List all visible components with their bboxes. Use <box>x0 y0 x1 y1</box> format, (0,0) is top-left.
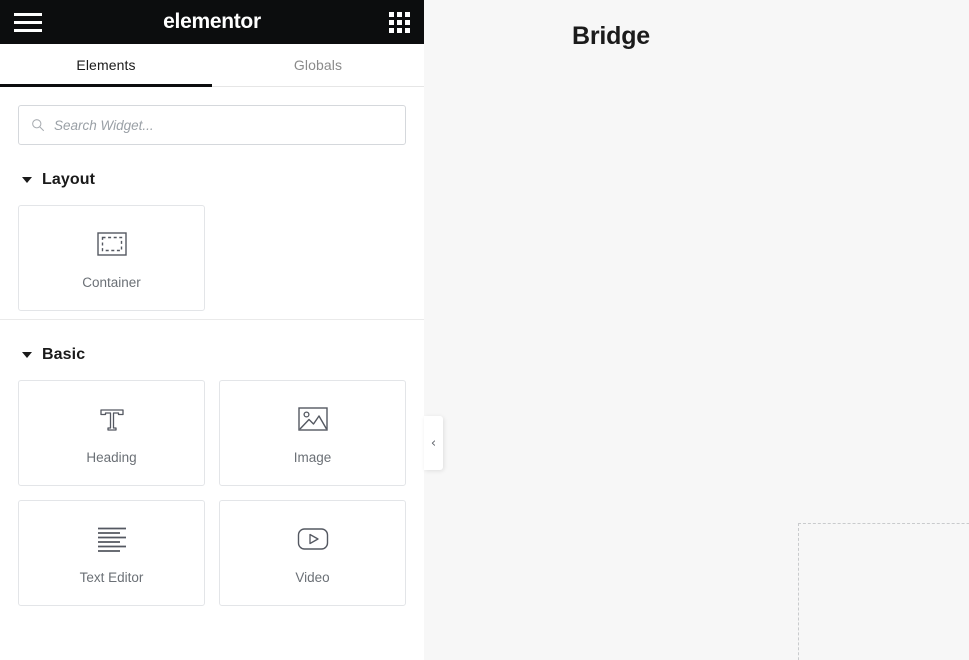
search-area <box>0 87 424 145</box>
section-basic: Basic Heading Image Text Editor Video <box>0 320 424 614</box>
panel-body: Layout Container <box>0 87 424 660</box>
text-editor-icon <box>95 522 129 556</box>
search-box[interactable] <box>18 105 406 145</box>
widgets-panel: elementor Elements Globals Search Widget… <box>0 0 424 660</box>
video-play-icon <box>296 522 330 556</box>
apps-grid-icon[interactable] <box>389 11 410 33</box>
hamburger-line <box>14 12 42 16</box>
tab-globals[interactable]: Globals <box>212 44 424 86</box>
widget-heading-label: Heading <box>86 449 137 465</box>
search-input[interactable] <box>54 117 393 133</box>
grid-dot <box>397 19 402 25</box>
widget-image[interactable]: Image <box>219 380 406 486</box>
grid-dot <box>405 27 410 33</box>
widget-video-label: Video <box>295 569 330 585</box>
section-basic-header[interactable]: Basic <box>18 320 406 380</box>
widget-heading[interactable]: Heading <box>18 380 205 486</box>
panel-collapse-handle[interactable]: ‹ <box>424 416 443 470</box>
chevron-down-icon <box>22 352 32 358</box>
grid-dot <box>397 27 402 33</box>
page-canvas[interactable]: Bridge <box>424 0 969 660</box>
heading-t-icon <box>95 402 129 436</box>
tab-globals-label: Globals <box>293 57 343 73</box>
chevron-left-icon: ‹ <box>430 435 437 451</box>
widget-container-label: Container <box>82 274 141 290</box>
grid-dot <box>397 11 402 17</box>
widget-text-editor[interactable]: Text Editor <box>18 500 205 606</box>
grid-dot <box>405 11 410 17</box>
hamburger-menu-icon[interactable] <box>14 11 42 33</box>
grid-dot <box>389 19 394 25</box>
grid-dot <box>389 11 394 17</box>
layout-widget-grid: Container <box>18 205 406 319</box>
elementor-editor: elementor Elements Globals Search Widget… <box>0 0 969 660</box>
panel-tabs: Elements Globals <box>0 44 424 87</box>
grid-dot <box>389 27 394 33</box>
widget-video[interactable]: Video <box>219 500 406 606</box>
image-icon <box>296 402 330 436</box>
container-icon <box>95 227 129 261</box>
section-layout-label: Layout <box>42 171 96 188</box>
search-icon <box>32 119 44 132</box>
tab-elements-label: Elements <box>76 57 136 73</box>
hamburger-line <box>14 28 42 32</box>
panel-header: elementor <box>0 0 424 44</box>
widget-container[interactable]: Container <box>18 205 205 311</box>
basic-widget-grid: Heading Image Text Editor Video <box>18 380 406 614</box>
drop-zone-area[interactable] <box>798 523 969 660</box>
chevron-down-icon <box>22 177 32 183</box>
page-heading[interactable]: Bridge <box>572 22 650 51</box>
tab-elements[interactable]: Elements <box>0 44 212 87</box>
section-layout: Layout Container <box>0 145 424 319</box>
widget-image-label: Image <box>293 449 332 465</box>
section-basic-label: Basic <box>42 346 86 363</box>
widget-text-editor-label: Text Editor <box>79 569 144 585</box>
grid-dot <box>405 19 410 25</box>
section-layout-header[interactable]: Layout <box>18 145 406 205</box>
hamburger-line <box>14 20 42 24</box>
elementor-logo: elementor <box>163 10 261 33</box>
